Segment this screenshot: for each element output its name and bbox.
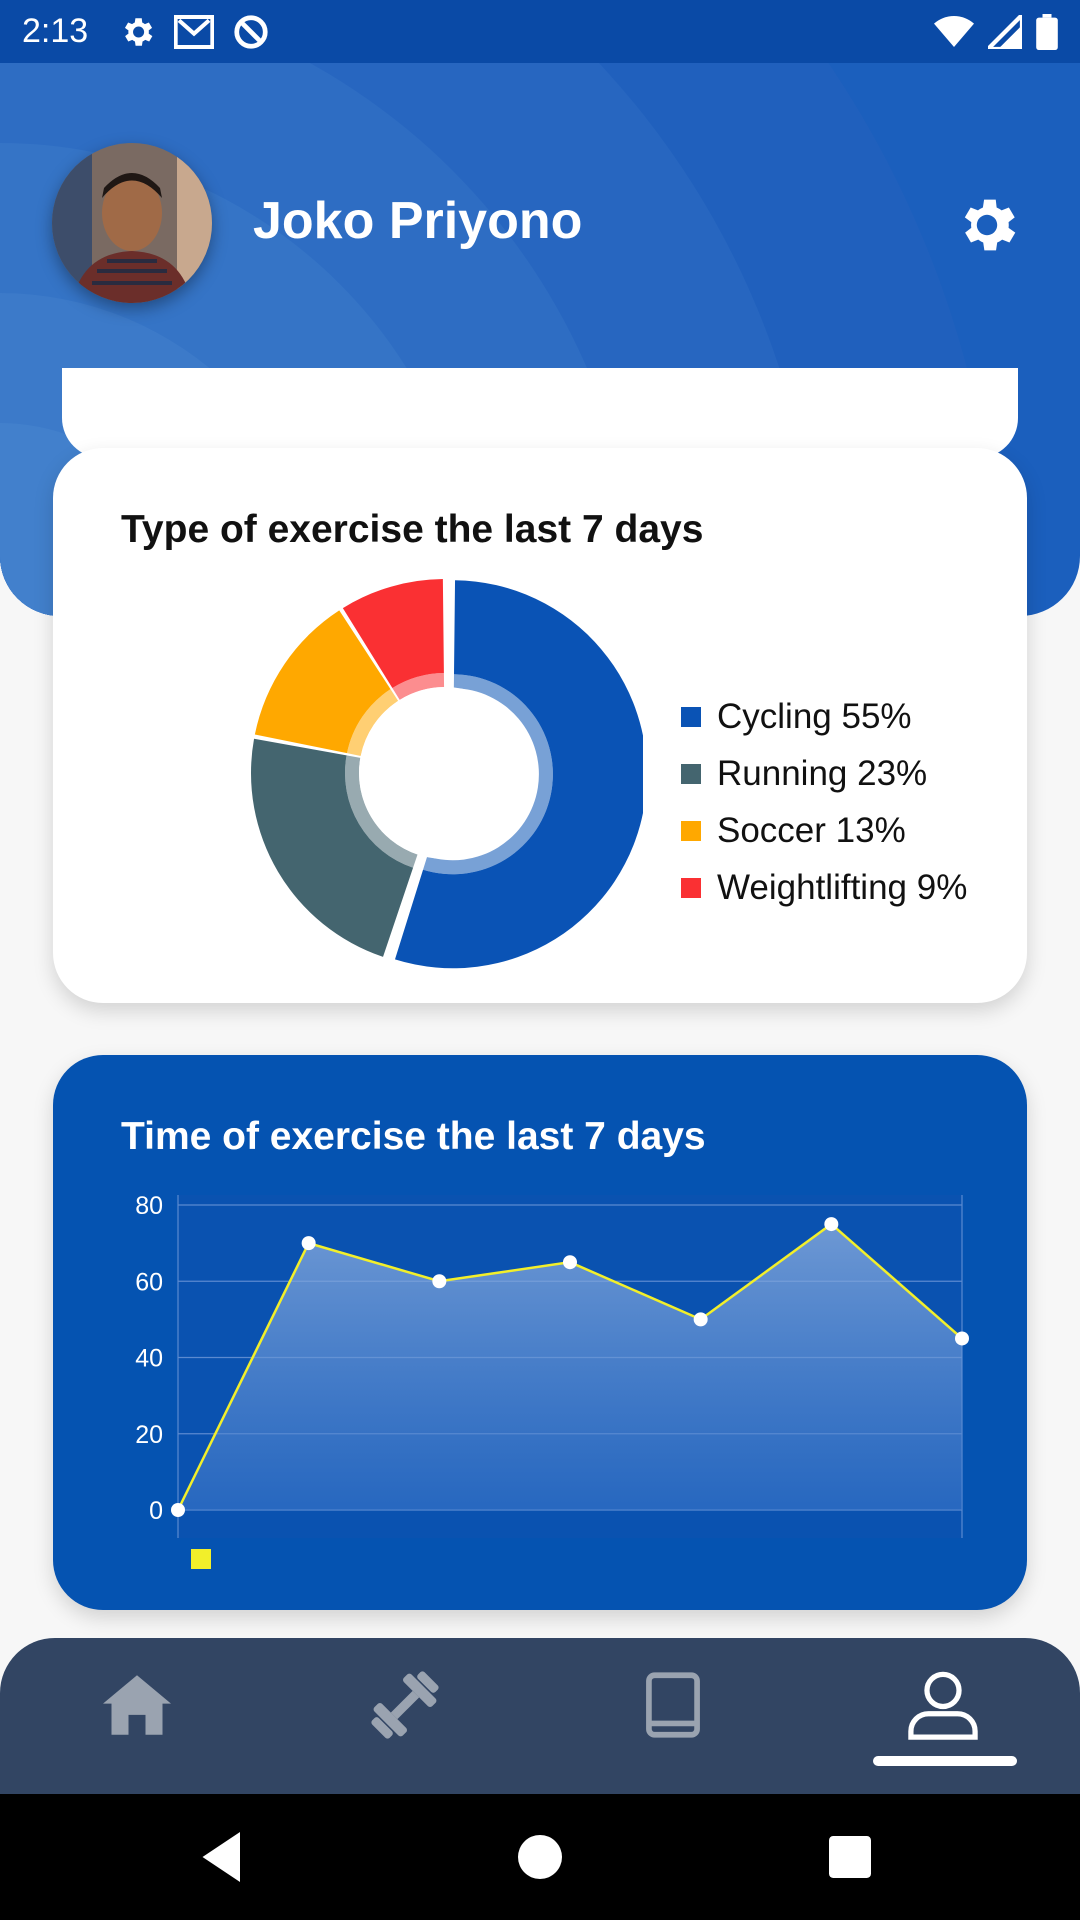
nav-home[interactable] — [92, 1660, 182, 1750]
nav-library[interactable] — [628, 1660, 718, 1750]
exercise-type-donut-chart — [250, 579, 643, 969]
legend-swatch — [681, 820, 701, 841]
legend-item: Soccer 13% — [681, 802, 967, 859]
settings-button[interactable] — [952, 190, 1022, 260]
legend-swatch — [681, 763, 701, 784]
y-tick-label: 60 — [135, 1268, 163, 1296]
data-point — [563, 1255, 577, 1270]
legend-item: Weightlifting 9% — [681, 859, 967, 916]
status-bar: 2:13 — [0, 0, 1080, 63]
exercise-type-card: Type of exercise the last 7 days Cycling… — [53, 448, 1027, 1003]
home-circle-icon — [518, 1835, 562, 1879]
status-icons-right — [934, 13, 1058, 50]
battery-icon — [1036, 13, 1058, 50]
user-name: Joko Priyono — [253, 192, 583, 250]
legend-swatch — [191, 1549, 211, 1569]
system-navigation-bar — [0, 1794, 1080, 1920]
sync-icon — [234, 14, 268, 49]
exercise-type-title: Type of exercise the last 7 days — [121, 508, 704, 551]
exercise-time-area-chart: 0 20 40 60 80 — [135, 1192, 969, 1569]
avatar[interactable] — [52, 143, 212, 303]
active-tab-indicator — [873, 1756, 1017, 1766]
legend-label: Cycling 55% — [717, 696, 912, 736]
exercise-type-legend: Cycling 55% Running 23% Soccer 13% Weightli… — [681, 688, 967, 916]
settings-icon — [125, 17, 153, 46]
gear-icon — [964, 199, 1016, 251]
stats-card-bottom-edge — [62, 368, 1018, 458]
signal-icon — [988, 14, 1022, 49]
data-point — [432, 1274, 447, 1289]
legend-label: Soccer 13% — [717, 810, 906, 850]
data-point — [824, 1217, 839, 1232]
recents-icon — [829, 1836, 871, 1878]
y-tick-label: 80 — [135, 1192, 163, 1220]
donut-hole — [359, 687, 531, 859]
system-back-button[interactable] — [190, 1822, 260, 1892]
book-icon — [646, 1672, 700, 1738]
back-icon — [202, 1832, 240, 1882]
wifi-icon — [934, 15, 974, 47]
bottom-navigation — [0, 1638, 1080, 1794]
y-tick-label: 0 — [149, 1497, 163, 1525]
nav-workout[interactable] — [360, 1660, 450, 1750]
legend-label: Weightlifting 9% — [717, 867, 968, 907]
exercise-time-card: Time of exercise the last 7 days 0 20 40 60… — [53, 1055, 1027, 1610]
data-point — [693, 1312, 708, 1327]
avatar-photo — [52, 143, 212, 303]
home-icon — [103, 1675, 171, 1735]
legend-item: Cycling 55% — [681, 688, 967, 745]
legend-label: Running 23% — [717, 753, 928, 793]
data-point — [171, 1503, 185, 1517]
legend-swatch — [681, 706, 701, 727]
legend-item: Running 23% — [681, 745, 967, 802]
legend-swatch — [681, 877, 701, 898]
dumbbell-icon — [371, 1671, 439, 1739]
system-home-button[interactable] — [505, 1822, 575, 1892]
system-recents-button[interactable] — [815, 1822, 885, 1892]
gmail-icon — [174, 14, 215, 49]
data-point — [301, 1236, 316, 1251]
y-tick-label: 20 — [135, 1421, 163, 1449]
y-tick-label: 40 — [135, 1345, 163, 1373]
nav-profile[interactable] — [898, 1660, 988, 1750]
profile-icon — [908, 1671, 978, 1740]
status-icons-left — [118, 13, 270, 51]
data-point — [955, 1331, 969, 1346]
status-time: 2:13 — [22, 12, 89, 50]
